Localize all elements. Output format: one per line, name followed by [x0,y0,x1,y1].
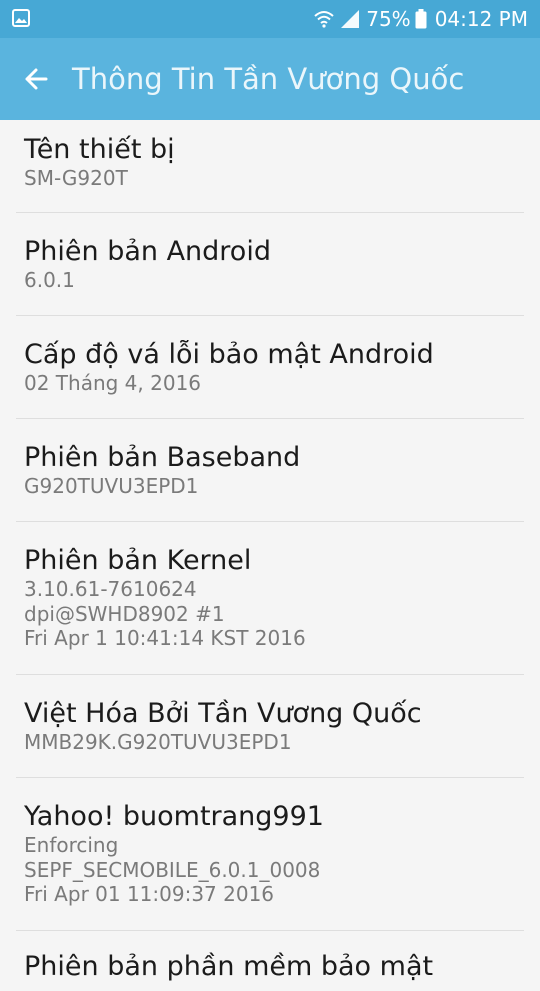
item-value: Fri Apr 1 10:41:14 KST 2016 [24,626,306,650]
signal-icon [340,10,360,28]
item-title: Phiên bản Kernel [24,545,252,576]
item-value: SM-G920T [24,166,128,190]
item-value: MMB29K.G920TUVU3EPD1 [24,730,292,754]
item-value: dpi@SWHD8902 #1 [24,601,225,626]
item-title: Việt Hóa Bởi Tần Vương Quốc [24,698,422,729]
list-item-security-software[interactable]: Phiên bản phần mềm bảo mật [0,931,540,991]
list-item-kernel[interactable]: Phiên bản Kernel 3.10.61-7610624 dpi@SWH… [0,522,540,675]
list-item-security-patch[interactable]: Cấp độ vá lỗi bảo mật Android 02 Tháng 4… [0,316,540,419]
item-value: 3.10.61-7610624 [24,577,197,601]
battery-percent: 75% [366,7,411,31]
battery-icon [415,9,427,29]
item-title: Cấp độ vá lỗi bảo mật Android [24,339,434,370]
status-bar: 75% 04:12 PM [0,0,540,38]
list-item-device-name[interactable]: Tên thiết bị SM-G920T [0,120,540,213]
item-value: G920TUVU3EPD1 [24,474,199,498]
item-title: Phiên bản phần mềm bảo mật [24,951,434,982]
info-list: Tên thiết bị SM-G920T Phiên bản Android … [0,120,540,991]
app-bar: Thông Tin Tần Vương Quốc [0,38,540,120]
list-item-build-number[interactable]: Việt Hóa Bởi Tần Vương Quốc MMB29K.G920T… [0,675,540,778]
item-title: Phiên bản Baseband [24,442,301,473]
image-icon [12,9,30,27]
list-item-android-version[interactable]: Phiên bản Android 6.0.1 [0,213,540,316]
list-item-baseband[interactable]: Phiên bản Baseband G920TUVU3EPD1 [0,419,540,522]
page-title: Thông Tin Tần Vương Quốc [72,62,465,96]
item-value: Enforcing [24,833,119,857]
clock: 04:12 PM [434,7,528,31]
back-button[interactable] [0,38,72,120]
arrow-left-icon [25,68,48,90]
item-value: SEPF_SECMOBILE_6.0.1_0008 [24,857,321,882]
status-icons: 75% 04:12 PM [314,0,528,38]
item-value: 02 Tháng 4, 2016 [24,371,202,395]
item-title: Tên thiết bị [24,134,175,165]
list-item-se-status[interactable]: Yahoo! buomtrang991 Enforcing SEPF_SECMO… [0,778,540,931]
item-value: Fri Apr 01 11:09:37 2016 [24,882,275,906]
item-value: 6.0.1 [24,268,75,292]
item-title: Phiên bản Android [24,236,271,267]
wifi-icon [314,10,334,28]
item-title: Yahoo! buomtrang991 [24,801,324,832]
